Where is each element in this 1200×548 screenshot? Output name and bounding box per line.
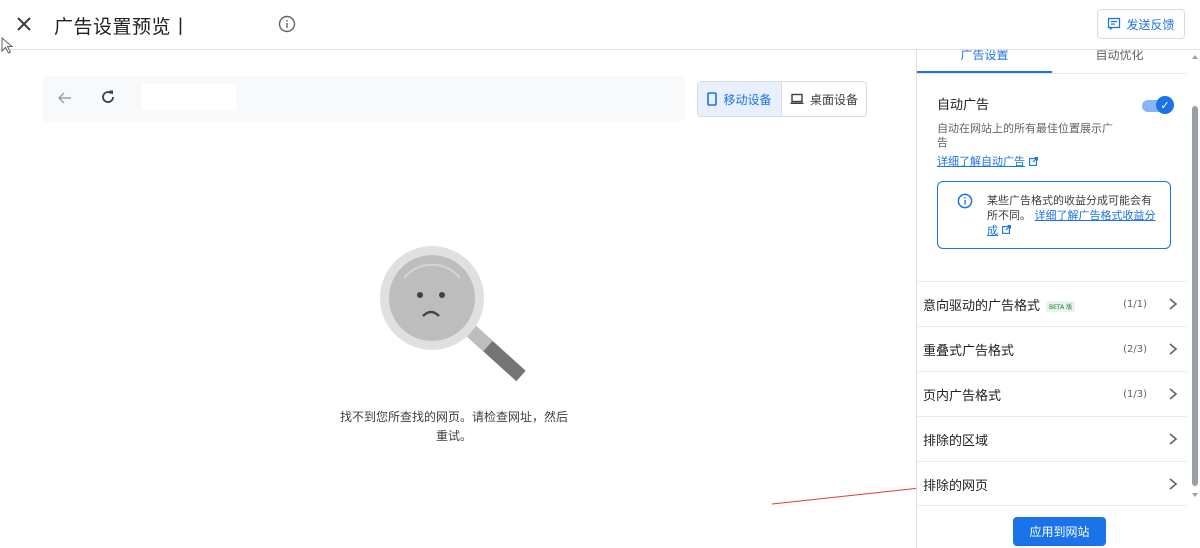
annotation-arrow	[771, 485, 927, 505]
top-bar: 广告设置预览丨 发送反馈	[0, 0, 1200, 50]
auto-ads-learn-more-link[interactable]: 详细了解自动广告	[937, 153, 1038, 169]
menu-item-excluded-areas[interactable]: 排除的区域	[917, 416, 1187, 461]
check-icon: ✓	[1156, 96, 1174, 114]
close-button[interactable]	[12, 12, 36, 36]
apply-to-site-button[interactable]: 应用到网站	[1013, 517, 1106, 546]
laptop-icon	[790, 93, 804, 104]
close-icon	[17, 17, 31, 31]
url-field[interactable]	[142, 84, 236, 110]
menu-item-label: 页内广告格式	[923, 388, 1002, 404]
panel-footer: 应用到网站	[917, 505, 1187, 548]
not-found-line1: 找不到您所查找的网页。请检查网址，然后	[339, 410, 568, 424]
chevron-right-icon	[1169, 298, 1178, 310]
info-box-text: 某些广告格式的收益分成可能会有所不同。 详细了解广告格式收益分成	[987, 193, 1157, 238]
feedback-label: 发送反馈	[1126, 17, 1175, 32]
menu-item-count: (1/1)	[1123, 298, 1147, 310]
revenue-share-info-box: 某些广告格式的收益分成可能会有所不同。 详细了解广告格式收益分成	[937, 181, 1171, 249]
mobile-device-button[interactable]: 移动设备	[698, 82, 782, 116]
sad-magnifier-icon	[380, 246, 526, 382]
not-found-message: 找不到您所查找的网页。请检查网址，然后 重试。	[324, 408, 584, 446]
settings-panel: 广告设置 自动优化 自动广告 自动在网站上的所有最佳位置展示广告 详细了解自动广…	[916, 50, 1200, 548]
auto-ads-description: 自动在网站上的所有最佳位置展示广告	[937, 122, 1113, 149]
tab-auto-optimize[interactable]: 自动优化	[1052, 50, 1187, 73]
device-toggle: 移动设备 桌面设备	[697, 81, 867, 117]
feedback-button[interactable]: 发送反馈	[1097, 9, 1185, 39]
menu-item-in-page-formats[interactable]: 页内广告格式 (1/3)	[917, 371, 1187, 416]
panel-scrollbar[interactable]	[1189, 50, 1200, 548]
reload-icon[interactable]	[99, 88, 117, 106]
back-arrow-icon[interactable]	[56, 89, 74, 107]
menu-item-overlay-formats[interactable]: 重叠式广告格式 (2/3)	[917, 326, 1187, 371]
beta-badge: BETA 版	[1046, 300, 1076, 312]
menu-item-label: 意向驱动的广告格式 BETA 版	[923, 295, 1076, 314]
chevron-right-icon	[1169, 478, 1178, 490]
tab-ad-settings[interactable]: 广告设置	[917, 50, 1052, 73]
scroll-up-icon[interactable]	[1192, 55, 1198, 59]
chevron-right-icon	[1169, 433, 1178, 445]
mouse-cursor-icon	[1, 37, 14, 54]
info-icon[interactable]	[278, 15, 296, 33]
desktop-device-label: 桌面设备	[809, 92, 858, 107]
menu-item-label: 排除的网页	[923, 478, 989, 494]
not-found-line2: 重试。	[435, 429, 472, 443]
chevron-right-icon	[1169, 388, 1178, 400]
menu-item-label: 重叠式广告格式	[923, 343, 1015, 359]
auto-ads-toggle[interactable]: ✓	[1142, 96, 1174, 114]
menu-item-label: 排除的区域	[923, 433, 989, 449]
preview-browser-bar	[42, 76, 685, 122]
auto-ads-learn-more-label: 详细了解自动广告	[937, 155, 1025, 168]
external-link-icon	[1029, 156, 1038, 166]
menu-item-excluded-pages[interactable]: 排除的网页	[917, 461, 1187, 506]
scroll-down-icon[interactable]	[1192, 493, 1198, 497]
auto-ads-title: 自动广告	[937, 98, 990, 113]
auto-ads-section: 自动广告 自动在网站上的所有最佳位置展示广告 详细了解自动广告	[937, 94, 1177, 169]
external-link-icon	[1001, 225, 1011, 234]
menu-item-count: (2/3)	[1123, 343, 1147, 355]
feedback-icon	[1108, 17, 1121, 30]
info-icon	[957, 193, 973, 209]
mobile-device-label: 移动设备	[723, 92, 772, 107]
menu-item-count: (1/3)	[1123, 388, 1147, 400]
phone-icon	[707, 92, 718, 106]
scroll-thumb[interactable]	[1192, 106, 1198, 486]
panel-tabs: 广告设置 自动优化	[917, 50, 1187, 74]
desktop-device-button[interactable]: 桌面设备	[782, 82, 866, 116]
menu-item-intent-driven-formats[interactable]: 意向驱动的广告格式 BETA 版 (1/1)	[917, 281, 1187, 326]
chevron-right-icon	[1169, 343, 1178, 355]
page-title: 广告设置预览丨	[54, 16, 191, 38]
